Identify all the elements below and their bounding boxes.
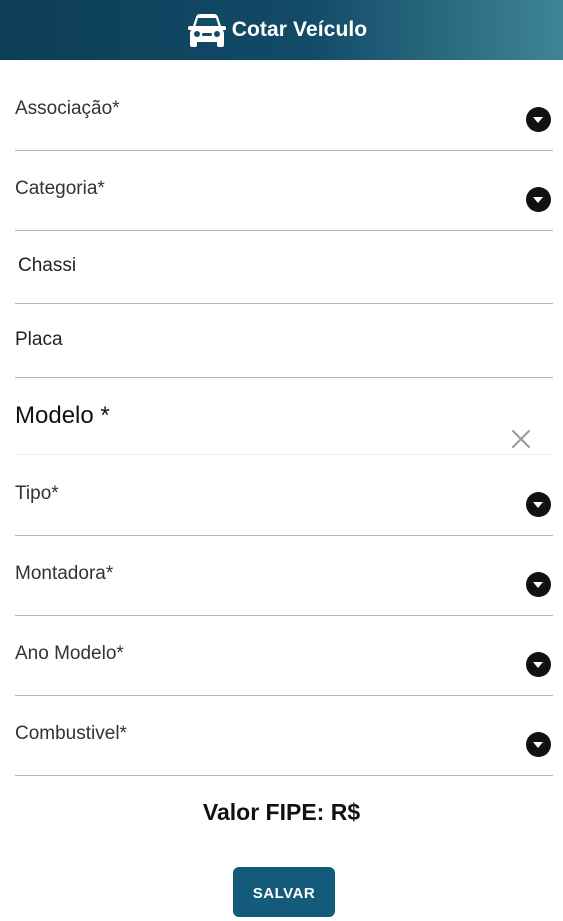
placa-input[interactable] xyxy=(15,329,515,351)
dropdown-arrow-icon[interactable] xyxy=(526,107,551,132)
dropdown-arrow-icon[interactable] xyxy=(526,187,551,212)
fipe-value: Valor FIPE: R$ xyxy=(202,799,361,825)
header-title-group: Cotar Veículo xyxy=(187,13,368,47)
chassi-field xyxy=(15,231,553,304)
save-button[interactable]: SALVAR xyxy=(233,867,335,917)
car-icon xyxy=(187,14,226,47)
associacao-label: Associação* xyxy=(15,98,120,119)
montadora-select[interactable]: Montadora* xyxy=(15,536,553,616)
ano-modelo-select[interactable]: Ano Modelo* xyxy=(15,616,553,696)
ano-modelo-label: Ano Modelo* xyxy=(15,643,124,664)
modelo-field xyxy=(15,378,553,455)
modelo-input[interactable] xyxy=(15,402,515,430)
placa-field xyxy=(15,304,553,378)
tipo-select[interactable]: Tipo* xyxy=(15,455,553,536)
dropdown-arrow-icon[interactable] xyxy=(526,732,551,757)
associacao-select[interactable]: Associação* xyxy=(15,60,553,151)
dropdown-arrow-icon[interactable] xyxy=(526,492,551,517)
dropdown-arrow-icon[interactable] xyxy=(526,652,551,677)
tipo-label: Tipo* xyxy=(15,483,59,504)
dropdown-arrow-icon[interactable] xyxy=(526,572,551,597)
montadora-label: Montadora* xyxy=(15,563,114,584)
categoria-label: Categoria* xyxy=(15,178,105,199)
combustivel-select[interactable]: Combustivel* xyxy=(15,696,553,776)
combustivel-label: Combustivel* xyxy=(15,723,127,744)
categoria-select[interactable]: Categoria* xyxy=(15,151,553,231)
chassi-input[interactable] xyxy=(18,255,518,277)
close-icon[interactable] xyxy=(511,429,531,449)
page-title: Cotar Veículo xyxy=(231,18,368,41)
app-header: Cotar Veículo xyxy=(0,0,563,60)
